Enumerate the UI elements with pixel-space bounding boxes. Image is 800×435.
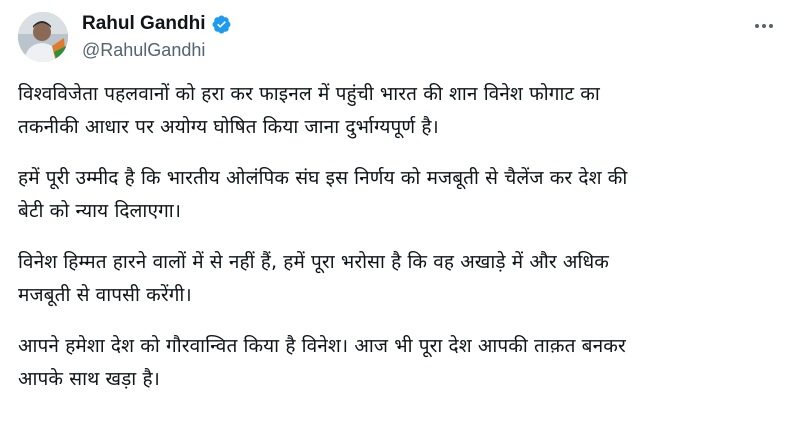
tweet-paragraph-2: हमें पूरी उम्मीद है कि भारतीय ओलंपिक संघ…	[18, 162, 782, 228]
tweet-paragraph-4: आपने हमेशा देश को गौरवान्वित किया है विन…	[18, 330, 782, 396]
author-names: Rahul Gandhi @RahulGandhi	[82, 12, 232, 61]
tweet-line: आपके साथ खड़ा है।	[18, 368, 160, 390]
display-name[interactable]: Rahul Gandhi	[82, 13, 206, 35]
tweet-line: तकनीकी आधार पर अयोग्य घोषित किया जाना दु…	[18, 116, 439, 138]
tweet-line: बेटी को न्याय दिलाएगा।	[18, 200, 182, 222]
tweet-header: Rahul Gandhi @RahulGandhi	[18, 10, 782, 66]
avatar[interactable]	[18, 12, 68, 62]
tweet-line: मजबूती से वापसी करेंगी।	[18, 284, 192, 306]
tweet-text: विश्वविजेता पहलवानों को हरा कर फाइनल में…	[18, 78, 782, 414]
avatar-image	[18, 12, 68, 62]
tweet-card: Rahul Gandhi @RahulGandhi विश्वविजेता पह…	[0, 0, 800, 435]
tweet-paragraph-1: विश्वविजेता पहलवानों को हरा कर फाइनल में…	[18, 78, 782, 144]
verified-badge-icon	[211, 14, 232, 35]
tweet-line: हमें पूरी उम्मीद है कि भारतीय ओलंपिक संघ…	[18, 167, 628, 189]
name-row: Rahul Gandhi	[82, 12, 232, 36]
tweet-paragraph-3: विनेश हिम्मत हारने वालों में से नहीं हैं…	[18, 246, 782, 312]
tweet-line: आपने हमेशा देश को गौरवान्वित किया है विन…	[18, 335, 626, 357]
more-options-icon[interactable]	[750, 16, 778, 36]
author-handle[interactable]: @RahulGandhi	[82, 40, 232, 61]
tweet-line: विनेश हिम्मत हारने वालों में से नहीं हैं…	[18, 251, 609, 273]
tweet-line: विश्वविजेता पहलवानों को हरा कर फाइनल में…	[18, 83, 600, 105]
